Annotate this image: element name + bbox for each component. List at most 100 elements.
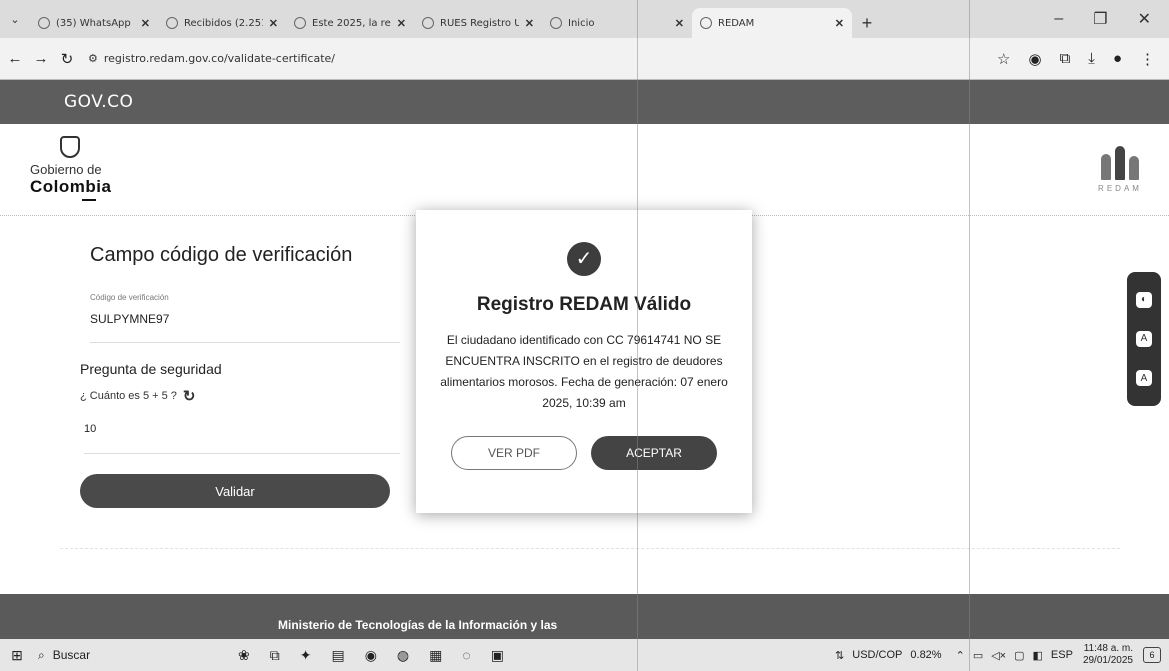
currency-ticker[interactable]: ⇅ USD/COP 0.82%: [835, 649, 942, 662]
decrease-font-icon[interactable]: A: [1136, 330, 1152, 347]
redam-logo-text: REDAM: [1098, 184, 1142, 193]
browser-tab-bar: ⌄ (35) WhatsApp ✕ Recibidos (2.251) - e …: [0, 0, 1169, 38]
tab-mail[interactable]: Recibidos (2.251) - e ✕: [158, 8, 286, 38]
tab-label: Inicio: [568, 17, 595, 29]
close-icon[interactable]: ✕: [675, 17, 684, 30]
notification-count: 6: [1149, 650, 1155, 660]
language-indicator[interactable]: ESP: [1051, 649, 1073, 661]
profile-icon[interactable]: ●: [1113, 50, 1122, 67]
chevron-up-icon[interactable]: ⌃: [956, 649, 965, 662]
taskbar-clock[interactable]: 11:48 a. m. 29/01/2025: [1083, 643, 1133, 667]
close-window-icon[interactable]: ✕: [1138, 9, 1151, 29]
window-controls: – ❐ ✕: [1054, 0, 1169, 38]
tab-label: REDAM: [718, 17, 755, 29]
new-tab-button[interactable]: +: [852, 8, 882, 38]
tab-news[interactable]: Este 2025, la renovaci ✕: [286, 8, 414, 38]
tab-inicio[interactable]: Inicio ✕: [542, 8, 692, 38]
notification-icon[interactable]: 6: [1143, 647, 1161, 663]
close-icon[interactable]: ✕: [835, 17, 844, 30]
windows-start-icon[interactable]: ⊞: [0, 647, 34, 664]
scan-artifact-line: [637, 0, 638, 671]
tab-redam[interactable]: REDAM ✕: [692, 8, 852, 38]
taskbar-search-label: Buscar: [52, 648, 91, 662]
minimize-icon[interactable]: –: [1054, 10, 1063, 28]
aceptar-button[interactable]: ACEPTAR: [591, 436, 717, 470]
site-header: Gobierno de Colombia REDAM: [0, 124, 1169, 216]
scan-artifact-line: [969, 0, 970, 671]
gobierno-line1: Gobierno de: [30, 162, 102, 177]
modal-buttons: VER PDF ACEPTAR: [416, 436, 752, 470]
check-icon: ✓: [567, 242, 601, 276]
display-icon[interactable]: ▢: [1014, 649, 1024, 662]
file-explorer-icon[interactable]: ▤: [331, 647, 344, 664]
network-icon[interactable]: ◧: [1033, 649, 1043, 662]
system-tray: ⌃ ▭ ◁× ▢ ◧ ESP: [956, 649, 1073, 662]
security-answer-input[interactable]: 10: [84, 423, 400, 454]
forward-icon[interactable]: →: [30, 50, 52, 67]
footer-text: Ministerio de Tecnologías de la Informac…: [278, 618, 558, 632]
edge-icon[interactable]: ◍: [397, 647, 409, 664]
download-icon[interactable]: ⤓: [1088, 50, 1095, 67]
tab-label: Recibidos (2.251) - e: [184, 17, 263, 29]
gobierno-logo[interactable]: Gobierno de Colombia: [30, 136, 111, 201]
taskbar-apps: ❀ ⧉ ✦ ▤ ◉ ◍ ▦ ◌ ▣: [238, 647, 504, 664]
volume-icon[interactable]: ◁×: [991, 649, 1006, 662]
contrast-icon[interactable]: ◐: [1136, 291, 1152, 308]
app3-icon[interactable]: ▣: [491, 647, 504, 664]
clock-time: 11:48 a. m.: [1083, 643, 1133, 654]
widget-icon[interactable]: ❀: [238, 647, 250, 664]
app-icon[interactable]: ✦: [300, 647, 312, 664]
gov-bar: GOV.CO: [0, 80, 1169, 124]
menu-icon[interactable]: ⋮: [1140, 50, 1155, 68]
tab-whatsapp[interactable]: (35) WhatsApp ✕: [30, 8, 158, 38]
content-divider: [60, 548, 1120, 549]
form-title: Campo código de verificación: [90, 244, 353, 266]
redam-tab-icon: [700, 17, 712, 29]
reload-icon[interactable]: ↻: [56, 50, 78, 68]
search-icon: ⌕: [38, 647, 45, 662]
close-icon[interactable]: ✕: [141, 17, 150, 30]
bookmark-star-icon[interactable]: ☆: [997, 50, 1010, 68]
verification-code-input[interactable]: SULPYMNE97: [90, 312, 400, 343]
ticker-name: USD/COP: [852, 649, 903, 661]
close-icon[interactable]: ✕: [397, 17, 406, 30]
close-icon[interactable]: ✕: [269, 17, 278, 30]
accessibility-toolbar: ◐ A A: [1127, 272, 1161, 406]
modal-message: El ciudadano identificado con CC 7961474…: [440, 333, 728, 410]
ver-pdf-button[interactable]: VER PDF: [451, 436, 577, 470]
tab-rues[interactable]: RUES Registro Único ✕: [414, 8, 542, 38]
close-icon[interactable]: ✕: [525, 17, 534, 30]
url-field[interactable]: ⚙ registro.redam.gov.co/validate-certifi…: [88, 52, 335, 65]
site-footer: Ministerio de Tecnologías de la Informac…: [0, 594, 1169, 639]
tab-label: (35) WhatsApp: [56, 17, 131, 29]
tab-search-icon[interactable]: ⌄: [0, 0, 30, 38]
page-icon: [550, 17, 562, 29]
redam-logo: REDAM: [1097, 136, 1143, 193]
extension-icon[interactable]: ◉: [1028, 50, 1041, 68]
gobierno-line2: Colombia: [30, 177, 112, 196]
site-info-icon[interactable]: ⚙: [88, 52, 98, 65]
task-view-icon[interactable]: ⧉: [270, 647, 280, 664]
restore-icon[interactable]: ❐: [1093, 9, 1107, 29]
battery-icon[interactable]: ▭: [973, 649, 983, 662]
puzzle-icon[interactable]: ⧉: [1060, 50, 1071, 67]
security-question-text: ¿ Cuánto es 5 + 5 ?: [80, 390, 177, 402]
security-question: ¿ Cuánto es 5 + 5 ? ↻: [80, 387, 400, 405]
refresh-icon[interactable]: ↻: [183, 387, 196, 405]
store-icon[interactable]: ▦: [429, 647, 442, 664]
increase-font-icon[interactable]: A: [1136, 370, 1152, 387]
back-icon[interactable]: ←: [4, 50, 26, 67]
app2-icon[interactable]: ◌: [462, 647, 470, 664]
govco-logo[interactable]: GOV.CO: [64, 92, 133, 112]
validar-button[interactable]: Validar: [80, 474, 390, 508]
mail-icon: [166, 17, 178, 29]
ticker-icon: ⇅: [835, 649, 845, 662]
redam-figures-icon: [1097, 136, 1143, 180]
taskbar-search[interactable]: ⌕ Buscar: [38, 648, 198, 663]
windows-taskbar: ⊞ ⌕ Buscar ❀ ⧉ ✦ ▤ ◉ ◍ ▦ ◌ ▣ ⇅ USD/COP 0…: [0, 639, 1169, 671]
code-field-label: Código de verificación: [90, 293, 169, 302]
chrome-icon[interactable]: ◉: [365, 647, 377, 664]
news-icon: [294, 17, 306, 29]
ticker-value: 0.82%: [910, 649, 942, 661]
modal-title: Registro REDAM Válido: [476, 294, 692, 315]
